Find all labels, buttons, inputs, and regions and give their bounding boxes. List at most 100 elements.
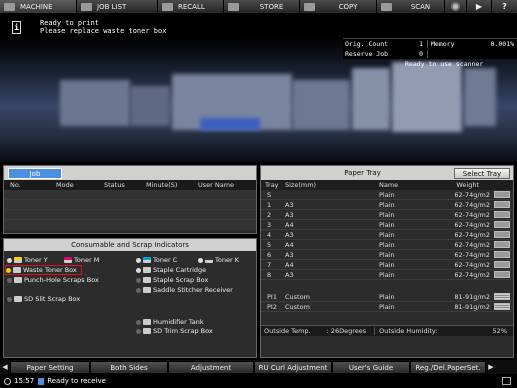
status-dot-icon — [136, 328, 141, 334]
tab-copy[interactable]: COPY — [300, 0, 377, 13]
tray-id: 4 — [267, 230, 272, 239]
paper-level-icon — [494, 293, 510, 300]
gear-icon — [451, 2, 460, 11]
tray-paper-name: Plain — [379, 190, 395, 199]
outside-temp-value: : 26Degrees — [326, 327, 367, 335]
reserve-job-value: 0 — [393, 50, 428, 58]
column-header: Minute(S) — [146, 181, 178, 189]
column-header: Mode — [56, 181, 74, 189]
tray-size: A3 — [285, 270, 294, 279]
tray-paper-name: Plain — [379, 230, 395, 239]
tray-id: 1 — [267, 200, 272, 209]
tray-paper-name: Plain — [379, 250, 395, 259]
tray-weight: 62-74g/m2 — [454, 190, 490, 199]
adjustment-button[interactable]: Adjustment — [168, 360, 254, 374]
consumable-humidifier-tank[interactable]: Humidifier Tank — [136, 318, 204, 326]
consumable-toner-k[interactable]: Toner K — [198, 256, 239, 264]
tab-label: STORE — [259, 2, 284, 11]
job-row[interactable] — [4, 200, 256, 210]
job-row[interactable] — [4, 190, 256, 200]
job-row[interactable] — [4, 210, 256, 220]
environment-footer: Outside Temp. : 26Degrees Outside Humidi… — [261, 325, 513, 336]
select-tray-button[interactable]: Select Tray — [454, 167, 510, 179]
bottom-button-bar: ◀ Paper Setting Both Sides Adjustment RU… — [0, 360, 517, 374]
tray-weight: 81-91g/m2 — [454, 302, 490, 311]
settings-button[interactable] — [445, 0, 467, 13]
tray-weight: 62-74g/m2 — [454, 270, 490, 279]
tray-row[interactable]: 3 A4 Plain 62-74g/m2 — [261, 220, 513, 230]
status-dot-icon — [136, 267, 141, 273]
tray-row[interactable]: S Plain 62-74g/m2 — [261, 190, 513, 200]
store-icon — [228, 2, 239, 11]
job-panel: Job No. Mode Status Minute(S) User Name — [3, 165, 257, 234]
tray-id: 6 — [267, 250, 272, 259]
tray-row[interactable]: 2 A3 Plain 62-74g/m2 — [261, 210, 513, 220]
paper-setting-button[interactable]: Paper Setting — [10, 360, 90, 374]
staple-scrap-icon — [143, 277, 151, 283]
warning-dot-icon — [6, 267, 11, 273]
tray-size: A4 — [285, 220, 294, 229]
top-tab-bar: MACHINE JOB LIST RECALL STORE COPY SCAN … — [0, 0, 517, 13]
tab-store[interactable]: STORE — [224, 0, 300, 13]
paper-tray-panel: Paper Tray Select Tray Tray Size(mm) Nam… — [260, 165, 514, 358]
tray-row[interactable]: PI1 Custom Plain 81-91g/m2 — [261, 292, 513, 302]
tray-paper-name: Plain — [379, 210, 395, 219]
staple-icon — [143, 267, 151, 273]
job-row[interactable] — [4, 220, 256, 230]
tray-paper-name: Plain — [379, 220, 395, 229]
tray-row[interactable]: PI2 Custom Plain 81-91g/m2 — [261, 302, 513, 312]
tray-size: A4 — [285, 240, 294, 249]
tray-weight: 62-74g/m2 — [454, 230, 490, 239]
paper-level-icon — [494, 211, 510, 218]
tab-job-list[interactable]: JOB LIST — [77, 0, 158, 13]
tray-paper-name: Plain — [379, 240, 395, 249]
printer-icon — [4, 2, 15, 11]
toner-icon — [64, 257, 72, 263]
scroll-right-icon[interactable]: ▶ — [486, 363, 496, 371]
tab-scan[interactable]: SCAN — [377, 0, 445, 13]
consumable-waste-toner-box[interactable]: Waste Toner Box — [5, 265, 82, 275]
tray-row[interactable]: 6 A3 Plain 62-74g/m2 — [261, 250, 513, 260]
status-bar: 15:57 Ready to receive — [0, 374, 517, 388]
consumable-punch-hole-scraps[interactable]: Punch-Hole Scraps Box — [7, 276, 99, 284]
tray-id: PI1 — [267, 292, 277, 301]
help-button[interactable]: ? — [492, 0, 517, 13]
waste-box-icon — [13, 267, 21, 273]
column-header: Status — [104, 181, 125, 189]
reg-del-paperset-button[interactable]: Reg./Del.PaperSet. — [410, 360, 486, 374]
tray-row[interactable]: 4 A3 Plain 62-74g/m2 — [261, 230, 513, 240]
scroll-left-icon[interactable]: ◀ — [0, 363, 10, 371]
consumable-toner-c[interactable]: Toner C — [136, 256, 177, 264]
tray-size: A3 — [285, 210, 294, 219]
help-icon: ? — [502, 2, 507, 11]
consumable-sd-slit-scrap[interactable]: SD Slit Scrap Box — [7, 295, 80, 303]
toner-icon — [14, 257, 22, 263]
clock-icon — [4, 377, 11, 385]
tab-machine[interactable]: MACHINE — [0, 0, 77, 13]
status-dot-icon — [7, 296, 12, 302]
consumable-staple-scrap-box[interactable]: Staple Scrap Box — [136, 276, 208, 284]
tab-recall[interactable]: RECALL — [158, 0, 224, 13]
consumable-toner-m[interactable]: Toner M — [64, 256, 99, 264]
status-message: Ready to print Please replace waste tone… — [40, 19, 166, 35]
tray-row[interactable]: 7 A4 Plain 62-74g/m2 — [261, 260, 513, 270]
consumable-saddle-stitcher[interactable]: Saddle Stitcher Receiver — [136, 286, 233, 294]
paper-level-icon — [494, 191, 510, 198]
volume-button[interactable]: ▶ — [467, 0, 492, 13]
tray-row[interactable]: 8 A3 Plain 62-74g/m2 — [261, 270, 513, 280]
ru-curl-adjustment-button[interactable]: RU Curl Adjustment — [254, 360, 332, 374]
status-dot-icon — [136, 287, 141, 293]
consumable-staple-cartridge[interactable]: Staple Cartridge — [136, 266, 206, 274]
saddle-icon — [143, 287, 151, 293]
status-dot-icon — [136, 277, 141, 283]
consumable-toner-y[interactable]: Toner Y — [7, 256, 48, 264]
both-sides-button[interactable]: Both Sides — [90, 360, 168, 374]
consumable-sd-trim-scrap[interactable]: SD Trim Scrap Box — [136, 327, 213, 335]
orig-count-label: Orig. Count — [345, 40, 389, 48]
copy-icon — [304, 2, 315, 11]
tray-row[interactable]: 1 A3 Plain 62-74g/m2 — [261, 200, 513, 210]
users-guide-button[interactable]: User's Guide — [332, 360, 410, 374]
tab-job[interactable]: Job — [8, 167, 62, 179]
reserve-job-label: Reserve Job — [345, 50, 389, 58]
tray-row[interactable]: 5 A4 Plain 62-74g/m2 — [261, 240, 513, 250]
